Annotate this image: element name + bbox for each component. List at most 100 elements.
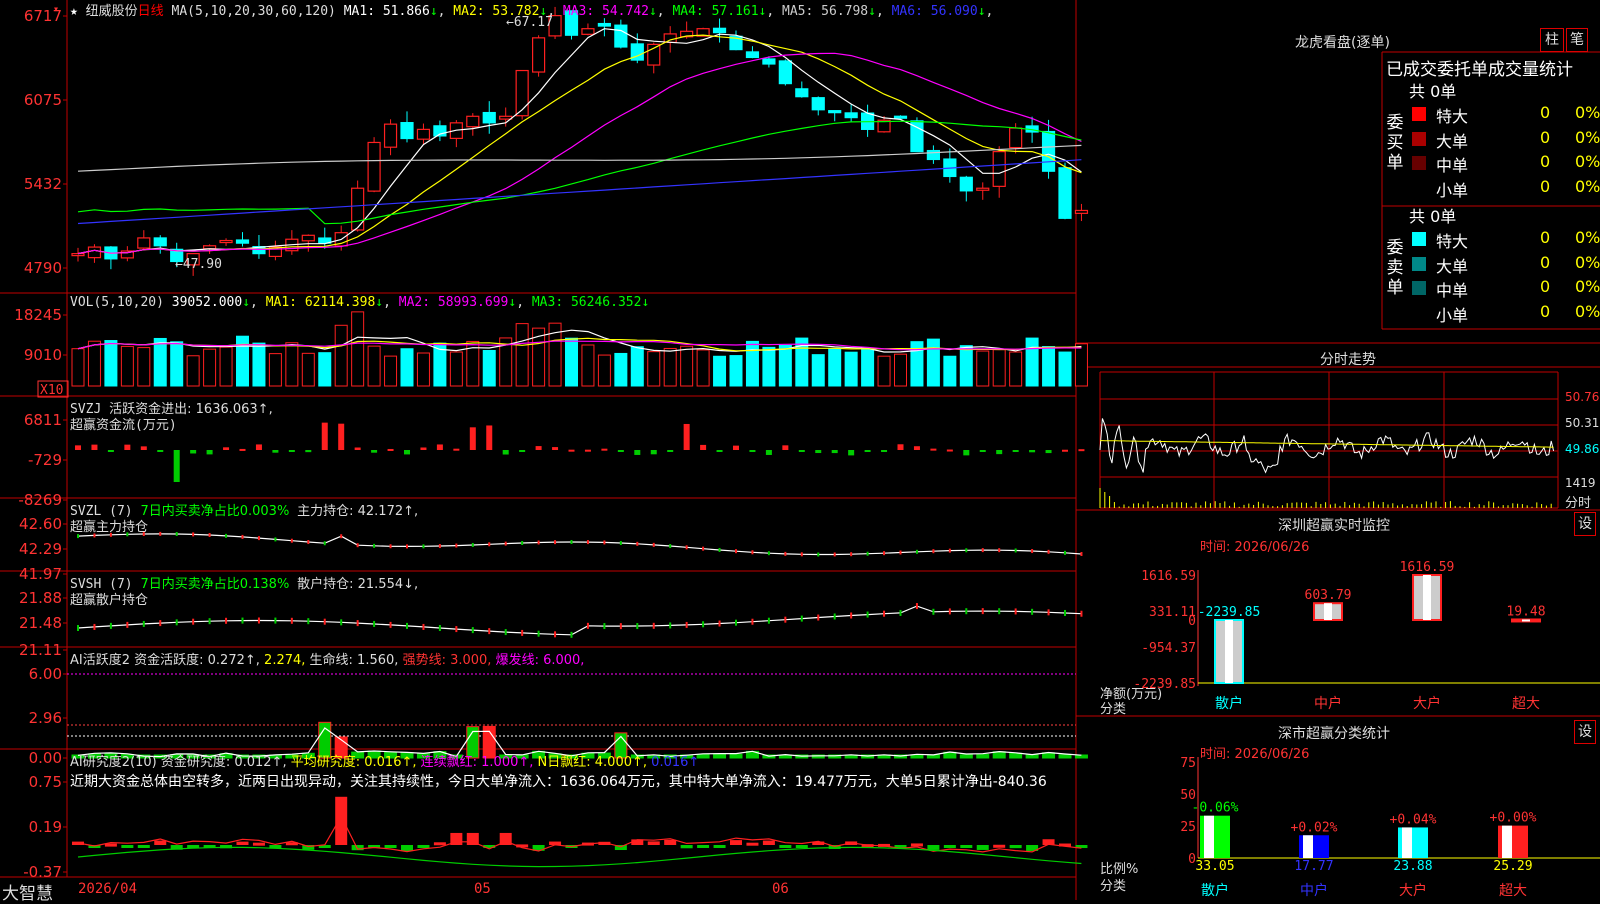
volume-bar	[416, 352, 430, 387]
svzl-marker	[636, 541, 639, 546]
ai-active-v2: 2.274,	[264, 653, 306, 668]
svsh-marker	[192, 618, 195, 625]
svsh-subtitle: 超赢散户持仓	[70, 593, 149, 608]
svzl-marker	[225, 533, 228, 538]
sell-label-char: 卖	[1387, 258, 1404, 278]
volume-bar	[449, 351, 463, 387]
ai-research-bar	[910, 843, 923, 847]
volume-bar	[581, 344, 595, 387]
vol-header: VOL(5,10,20) 39052.000↓, MA1: 62114.398↓…	[70, 295, 650, 310]
ai-research-bar	[664, 839, 677, 845]
volume-bar	[597, 354, 611, 387]
svzl-marker	[981, 548, 984, 553]
svzl-marker	[866, 551, 869, 556]
monitor-ytick-3: -954.37	[1141, 641, 1196, 656]
candle-body	[1009, 127, 1023, 149]
svzj-bar	[75, 445, 81, 450]
svzl-marker	[1080, 551, 1083, 556]
volume-bar	[71, 348, 85, 387]
ma-arrow-6: ↓	[977, 4, 986, 19]
classify-ytick-0: 75	[1180, 756, 1196, 771]
ma-arrow-2: ↓	[539, 4, 548, 19]
svzj-bar	[831, 450, 838, 454]
sell-row-name-3: 小单	[1436, 305, 1469, 325]
svzl-marker	[192, 532, 195, 537]
bar-mode-button[interactable]: 柱	[1540, 28, 1564, 52]
volume-bar	[153, 337, 167, 387]
ai-research-title: AI研究度2(10)	[70, 755, 157, 770]
svsh-marker	[504, 629, 507, 636]
svsh-marker	[817, 614, 820, 621]
svsh-marker	[800, 615, 803, 622]
monitor-bar-highlight	[1522, 619, 1530, 622]
volume-bar	[203, 348, 217, 387]
svsh-marker	[751, 618, 754, 625]
sell-row-pct-3: 0%	[1575, 301, 1600, 321]
ma-value-5: MA5: 56.798	[782, 4, 869, 19]
svzl-marker	[948, 548, 951, 553]
volume-bar	[943, 355, 957, 387]
buy-row-pct-1: 0%	[1575, 127, 1600, 147]
volume-bar	[252, 342, 266, 387]
svzl-marker	[488, 542, 491, 547]
favorite-star-icon[interactable]: ★	[70, 4, 78, 19]
svzj-bar	[272, 450, 279, 453]
buy-row-count-2: 0	[1540, 152, 1551, 171]
svzl-marker	[521, 540, 524, 545]
candle-body	[712, 27, 727, 34]
svsh-marker	[159, 620, 162, 627]
vol-ma1-label: MA1:	[265, 295, 305, 310]
svzl-marker	[833, 552, 836, 557]
volume-bar	[680, 345, 694, 387]
svzl-marker	[932, 549, 935, 554]
classify-settings-button[interactable]: 设	[1574, 720, 1596, 744]
ma30-line	[77, 120, 1082, 225]
svzj-bar	[733, 445, 739, 450]
buy-row-name-0: 特大	[1436, 107, 1469, 126]
vol-ma1-arrow: ↓	[375, 295, 384, 310]
ai-research-bar	[943, 845, 956, 848]
classify-value-label-3: 25.29	[1493, 859, 1532, 874]
ai-research-bar	[154, 840, 167, 845]
monitor-value-label-3: 19.48	[1506, 604, 1545, 619]
svsh-marker	[274, 617, 277, 624]
volume-bar	[959, 345, 973, 387]
stock-name[interactable]: 纽威股份	[86, 4, 138, 19]
volume-bar	[1058, 351, 1072, 387]
svzl-line	[77, 533, 1082, 556]
svzl-marker	[883, 551, 886, 556]
svzl-marker	[175, 532, 178, 537]
svzj-bar	[338, 423, 345, 450]
kline-ytick-3: 4790	[24, 259, 62, 277]
svzj-bar	[749, 450, 756, 452]
svzj-bar	[91, 444, 98, 450]
svzj-bar	[354, 447, 361, 450]
svzj-bar	[765, 450, 772, 455]
candle-body	[71, 253, 85, 257]
svsh-marker	[422, 623, 425, 630]
volume-bar	[811, 354, 825, 387]
svsh-marker	[142, 620, 145, 627]
candle-body	[1041, 130, 1056, 172]
ai-research-ytick-0: 0.75	[29, 773, 62, 791]
svzl-marker	[784, 551, 787, 556]
svsh-marker	[735, 619, 737, 626]
sell-row-swatch-0	[1412, 232, 1426, 246]
vol-value: 39052.000	[171, 295, 243, 310]
candle-body	[351, 187, 365, 231]
monitor-settings-button[interactable]: 设	[1574, 512, 1596, 536]
svsh-marker	[652, 622, 655, 629]
tick-mode-button[interactable]: 笔	[1566, 28, 1588, 52]
svzl-hold: 主力持仓: 42.172↑,	[297, 504, 419, 519]
volume-bar	[778, 344, 792, 387]
period-label[interactable]: 日线	[138, 4, 164, 19]
kline-ytick-2: 5432	[24, 175, 62, 193]
ai-active-bar	[1058, 754, 1072, 759]
candle-body	[203, 245, 217, 250]
svsh-marker	[636, 623, 639, 630]
svzl-marker	[274, 537, 277, 542]
svsh-marker	[702, 621, 705, 628]
ai-research-bar	[236, 841, 249, 845]
svzl-ratio: 7日内买卖净占比0.003%	[140, 504, 290, 519]
svsh-marker	[866, 611, 869, 618]
